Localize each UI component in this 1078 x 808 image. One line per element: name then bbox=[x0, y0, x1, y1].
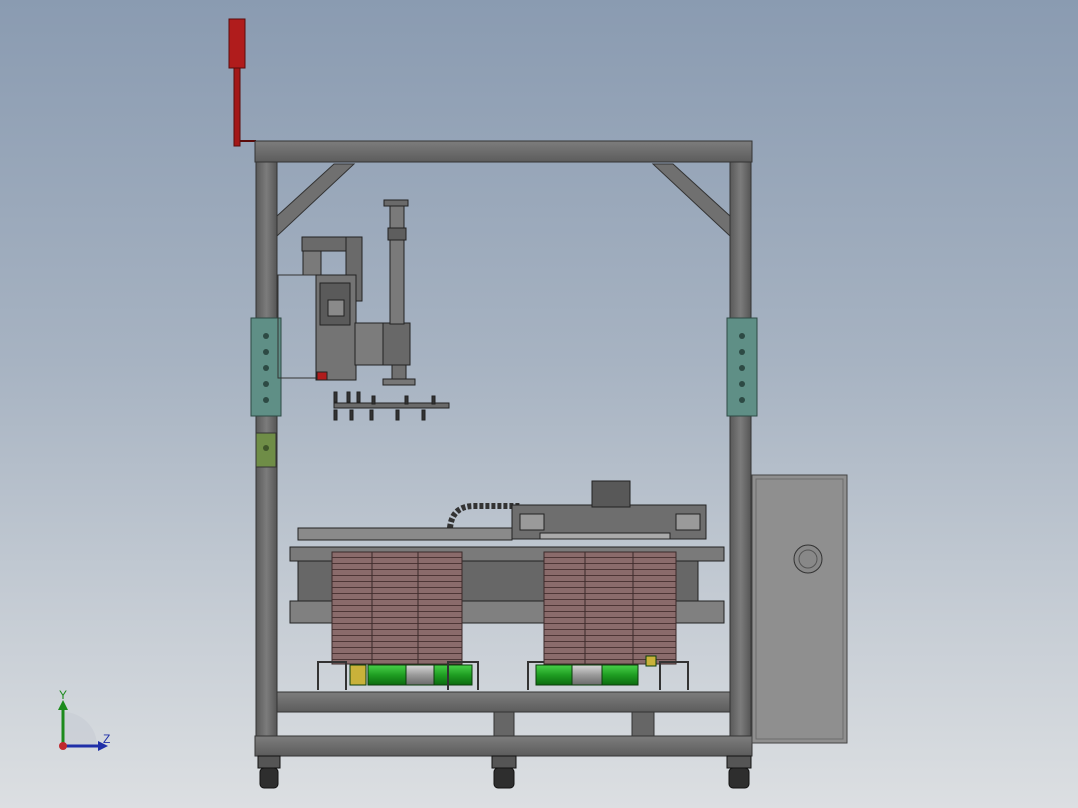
left-brace bbox=[276, 163, 356, 238]
right-stack[interactable] bbox=[543, 551, 677, 665]
cad-viewport[interactable]: Y Z bbox=[0, 0, 1078, 808]
top-beam bbox=[254, 140, 753, 163]
electrical-cabinet[interactable] bbox=[751, 474, 848, 744]
green-sensor-block[interactable] bbox=[255, 432, 277, 468]
right-post bbox=[729, 161, 752, 743]
z-axis-label: Z bbox=[103, 732, 110, 746]
axis-triad: Y Z bbox=[58, 688, 110, 751]
right-bracket[interactable] bbox=[726, 317, 758, 417]
cabinet-vent bbox=[793, 544, 823, 574]
y-axis-label: Y bbox=[59, 688, 67, 702]
origin-marker bbox=[59, 742, 67, 750]
bottom-beam bbox=[254, 735, 753, 757]
signal-tower[interactable] bbox=[228, 18, 256, 147]
left-bracket[interactable] bbox=[250, 317, 282, 417]
pick-place-head[interactable] bbox=[277, 199, 450, 421]
caster-middle bbox=[491, 755, 517, 789]
right-brace bbox=[651, 163, 731, 238]
carriage[interactable] bbox=[511, 480, 707, 540]
caster-wheels bbox=[257, 755, 752, 789]
left-roller[interactable] bbox=[349, 664, 473, 686]
left-stack[interactable] bbox=[331, 551, 463, 665]
center-support-2 bbox=[631, 711, 655, 737]
caster-right bbox=[726, 755, 752, 789]
main-frame[interactable] bbox=[254, 140, 753, 757]
caster-left bbox=[257, 755, 281, 789]
center-support bbox=[493, 711, 515, 737]
cable-chain[interactable] bbox=[447, 503, 520, 529]
lower-beam bbox=[276, 691, 731, 713]
